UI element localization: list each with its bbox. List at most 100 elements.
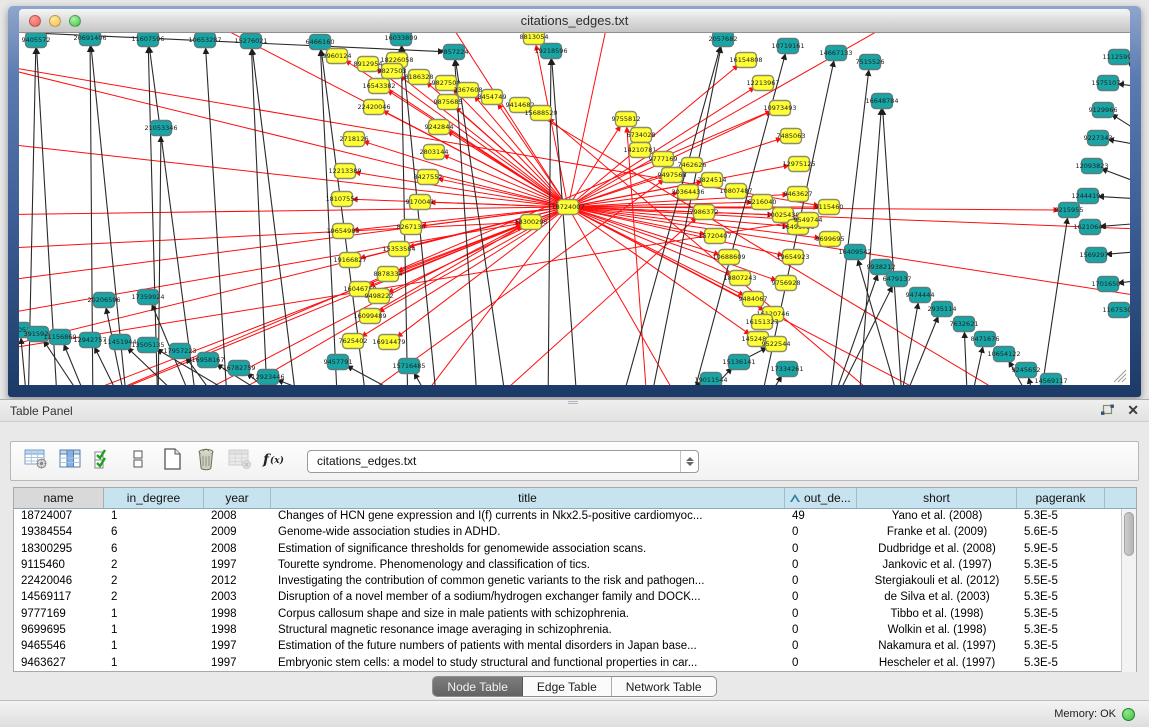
cell-short[interactable]: Franke et al. (2009)	[857, 525, 1017, 541]
new-table-button[interactable]	[157, 446, 187, 476]
cell-short[interactable]: Wolkin et al. (1998)	[857, 623, 1017, 639]
cell-out_degree[interactable]: 0	[785, 656, 857, 672]
select-columns-button[interactable]	[89, 446, 119, 476]
graph-node[interactable]: 10653287	[188, 33, 221, 48]
delete-table-button[interactable]	[191, 446, 221, 476]
graph-node[interactable]: 9474444	[906, 288, 935, 303]
table-scrollbar-thumb[interactable]	[1124, 512, 1134, 556]
cell-name[interactable]: 9463627	[14, 656, 104, 672]
table-row[interactable]: 1830029562008Estimation of significance …	[14, 542, 1136, 558]
cell-in_degree[interactable]: 2	[104, 558, 204, 574]
cell-name[interactable]: 18300295	[14, 542, 104, 558]
cell-year[interactable]: 2008	[204, 542, 271, 558]
graph-node[interactable]: 12942757	[73, 333, 106, 348]
citation-edge-black[interactable]	[758, 376, 782, 385]
citation-edge-red[interactable]	[19, 207, 568, 284]
cell-short[interactable]: Jankovic et al. (1997)	[857, 558, 1017, 574]
graph-node[interactable]: 8186328	[405, 70, 434, 85]
graph-node[interactable]: 9115460	[815, 200, 844, 215]
cell-in_degree[interactable]: 6	[104, 542, 204, 558]
graph-node[interactable]: 7485063	[777, 129, 806, 144]
graph-node[interactable]: 19654985	[326, 224, 359, 239]
cell-short[interactable]: Hescheler et al. (1997)	[857, 656, 1017, 672]
graph-node[interactable]: 9463627	[784, 187, 813, 202]
cell-short[interactable]: Dudbridge et al. (2008)	[857, 542, 1017, 558]
graph-node[interactable]: 11607596	[131, 33, 164, 47]
cell-title[interactable]: Tourette syndrome. Phenomenology and cla…	[271, 558, 785, 574]
graph-node[interactable]: 8454749	[478, 90, 507, 105]
graph-node[interactable]: 10807487	[719, 184, 752, 199]
citation-edge-black[interactable]	[898, 316, 938, 385]
cell-out_degree[interactable]: 49	[785, 509, 857, 525]
table-settings-button[interactable]	[21, 446, 51, 476]
citation-edge-black[interactable]	[968, 347, 983, 385]
tab-network-table[interactable]: Network Table	[612, 677, 716, 696]
table-select-dropdown[interactable]: citations_edges.txt	[307, 450, 699, 473]
graph-node[interactable]: 8215955	[1055, 203, 1084, 218]
cell-name[interactable]: 9777169	[14, 607, 104, 623]
graph-node[interactable]: 8427552	[414, 170, 443, 185]
tab-edge-table[interactable]: Edge Table	[523, 677, 612, 696]
graph-node[interactable]: 9227343	[1084, 131, 1113, 146]
citation-edge-black[interactable]	[964, 332, 968, 385]
graph-node[interactable]: 11125996	[1102, 50, 1130, 65]
citation-edge-black[interactable]	[277, 380, 368, 385]
graph-node[interactable]: 12093823	[1075, 159, 1108, 174]
graph-node[interactable]: 15353584	[382, 242, 415, 257]
graph-node[interactable]: 16210643	[1073, 220, 1106, 235]
graph-node[interactable]: 6479137	[883, 272, 912, 287]
cell-year[interactable]: 2003	[204, 590, 271, 606]
graph-node[interactable]: 12923446	[251, 370, 284, 385]
citation-edge-red[interactable]	[338, 180, 664, 385]
graph-node[interactable]: 15276021	[234, 34, 267, 49]
cell-out_degree[interactable]: 0	[785, 542, 857, 558]
graph-node[interactable]: 10654122	[987, 347, 1020, 362]
graph-node[interactable]: 18807243	[723, 271, 756, 286]
cell-out_degree[interactable]: 0	[785, 558, 857, 574]
graph-node[interactable]: 7986372	[690, 205, 719, 220]
cell-title[interactable]: Estimation of significance thresholds fo…	[271, 542, 785, 558]
graph-node[interactable]: 18107554	[325, 192, 358, 207]
graph-node[interactable]: 12213967	[746, 76, 779, 91]
graph-node[interactable]: 19654923	[776, 250, 809, 265]
graph-node[interactable]: 14569117	[1034, 374, 1067, 386]
cell-year[interactable]: 1997	[204, 639, 271, 655]
citation-edge-black[interactable]	[883, 109, 903, 385]
citation-edge-black[interactable]	[64, 344, 93, 385]
graph-node[interactable]: 3824514	[698, 173, 727, 188]
cell-name[interactable]: 9465546	[14, 639, 104, 655]
graph-node[interactable]: 9129966	[1089, 103, 1118, 118]
graph-node[interactable]: 9405572	[22, 33, 51, 48]
cell-pagerank[interactable]: 5.6E-5	[1017, 525, 1105, 541]
graph-node[interactable]: 9497568	[658, 168, 687, 183]
graph-node[interactable]: 6734028	[627, 128, 656, 143]
cell-pagerank[interactable]: 5.9E-5	[1017, 542, 1105, 558]
citation-edge-black[interactable]	[618, 383, 702, 385]
cell-in_degree[interactable]: 1	[104, 623, 204, 639]
cell-in_degree[interactable]: 1	[104, 509, 204, 525]
citation-edge-black[interactable]	[1112, 114, 1130, 150]
cell-year[interactable]: 2008	[204, 509, 271, 525]
cell-out_degree[interactable]: 0	[785, 574, 857, 590]
graph-node[interactable]: 7625402	[339, 334, 368, 349]
network-window-titlebar[interactable]: citations_edges.txt	[19, 9, 1130, 33]
citation-edge-red[interactable]	[19, 207, 568, 215]
graph-node[interactable]: 2718126	[340, 132, 369, 147]
column-header-year[interactable]: year	[204, 488, 271, 508]
table-row[interactable]: 969969511998Structural magnetic resonanc…	[14, 623, 1136, 639]
cell-short[interactable]: Stergiakouli et al. (2012)	[857, 574, 1017, 590]
row-height-button[interactable]	[123, 446, 153, 476]
cell-title[interactable]: Changes of HCN gene expression and I(f) …	[271, 509, 785, 525]
cell-pagerank[interactable]: 5.3E-5	[1017, 590, 1105, 606]
citation-edge-red[interactable]	[568, 202, 752, 207]
table-row[interactable]: 1456911722003Disruption of a novel membe…	[14, 590, 1136, 606]
graph-node[interactable]: 7515526	[856, 55, 885, 70]
graph-node[interactable]: 21053346	[144, 121, 177, 136]
graph-node[interactable]: 17334261	[770, 362, 803, 377]
graph-node[interactable]: 2935114	[928, 302, 957, 317]
graph-node[interactable]: 15692971	[1079, 248, 1112, 263]
close-panel-icon[interactable]: ✕	[1127, 402, 1139, 419]
graph-node[interactable]: 2057682	[709, 33, 738, 47]
window-resize-grip[interactable]	[1114, 370, 1126, 382]
cell-title[interactable]: Genome-wide association studies in ADHD.	[271, 525, 785, 541]
